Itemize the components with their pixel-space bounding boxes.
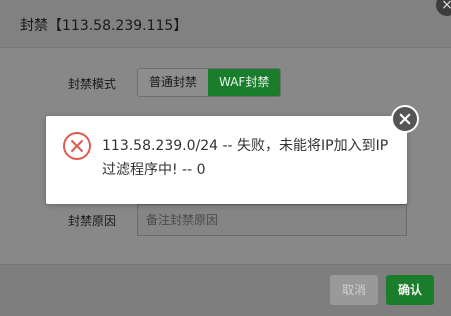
mode-option-waf[interactable]: WAF封禁	[208, 69, 281, 96]
cancel-button[interactable]: 取消	[330, 275, 378, 305]
reason-input[interactable]: 备注封禁原因	[137, 204, 407, 236]
dialog-footer	[0, 264, 451, 316]
toast-close-icon[interactable]	[391, 105, 419, 133]
dialog-title: 封禁【113.58.239.115】	[20, 18, 188, 34]
reason-label: 封禁原因	[68, 214, 117, 228]
confirm-button[interactable]: 确认	[386, 275, 434, 305]
error-circle-x-icon	[63, 132, 91, 160]
dialog-header: 封禁【113.58.239.115】	[0, 0, 451, 48]
toast-message-line1: 113.58.239.0/24 -- 失败，未能将IP加入到IP	[102, 138, 389, 154]
mode-option-normal[interactable]: 普通封禁	[138, 69, 209, 96]
ban-mode-toggle: 普通封禁 WAF封禁	[137, 68, 282, 97]
toast-message: 113.58.239.0/24 -- 失败，未能将IP加入到IP 过滤程序中! …	[102, 134, 392, 182]
mode-label: 封禁模式	[68, 77, 117, 91]
error-toast: 113.58.239.0/24 -- 失败，未能将IP加入到IP 过滤程序中! …	[46, 116, 407, 204]
toast-message-line2: 过滤程序中! -- 0	[102, 162, 206, 178]
